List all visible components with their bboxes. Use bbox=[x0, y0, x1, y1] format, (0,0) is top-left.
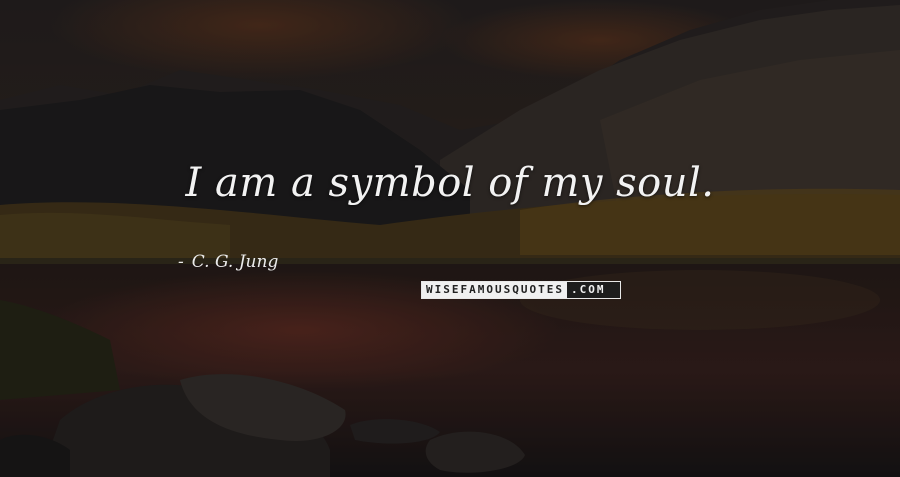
quote-text: I am a symbol of my soul. bbox=[185, 160, 715, 206]
author-name: C. G. Jung bbox=[191, 252, 279, 272]
author-dash: - bbox=[178, 252, 184, 272]
quote-image: I am a symbol of my soul. - C. G. Jung WI… bbox=[0, 0, 900, 477]
watermark-part1: WISEFAMOUSQUOTES bbox=[422, 282, 567, 298]
landscape-background bbox=[0, 0, 900, 477]
watermark-part2: .COM bbox=[566, 282, 620, 298]
author-attribution: - C. G. Jung bbox=[178, 252, 278, 272]
watermark-logo: WISEFAMOUSQUOTES .COM bbox=[421, 281, 621, 299]
